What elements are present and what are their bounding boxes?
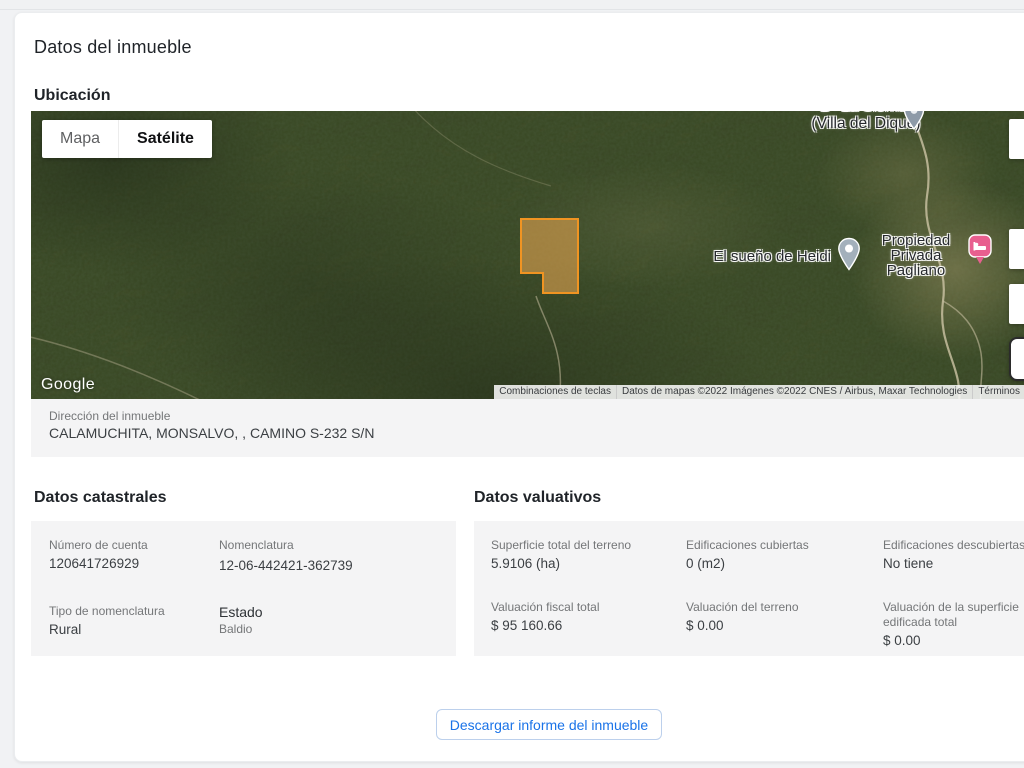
nomenclature-type-value: Rural [49,621,214,638]
satellite-map[interactable]: Mapa Satélite B° La Sierrita (Villa del … [31,111,1024,399]
address-panel: Dirección del inmueble CALAMUCHITA, MONS… [31,399,1024,457]
poi-pagliano-label: Propiedad Privada Pagliano [864,233,968,278]
town-label: B° La Sierrita (Villa del Dique) [776,111,956,132]
google-logo: Google [41,376,95,394]
valuation-panel: Superficie total del terreno 5.9106 (ha)… [474,521,1024,656]
status-field: Estado Baldio [219,604,384,637]
map-type-control: Mapa Satélite [42,120,212,158]
cadastral-heading: Datos catastrales [34,489,167,507]
map-data-attribution: Datos de mapas ©2022 Imágenes ©2022 CNES… [616,385,972,399]
uncovered-buildings-label: Edificaciones descubiertas [883,538,1024,553]
pegman-control[interactable] [1009,284,1024,324]
location-heading: Ubicación [34,87,110,105]
land-valuation-label: Valuación del terreno [686,600,851,615]
nomenclature-value: 12-06-442421-362739 [219,557,384,574]
poi-pagliano-line2: Privada Pagliano [864,248,968,278]
land-valuation-value: $ 0.00 [686,617,851,634]
map-view-button[interactable]: Mapa [42,120,118,158]
fiscal-valuation-value: $ 95 160.66 [491,617,656,634]
land-valuation-field: Valuación del terreno $ 0.00 [686,600,851,634]
uncovered-buildings-value: No tiene [883,555,1024,572]
nomenclature-type-label: Tipo de nomenclatura [49,604,214,619]
keyboard-shortcuts-link[interactable]: Combinaciones de teclas [494,385,616,399]
total-surface-value: 5.9106 (ha) [491,555,656,572]
property-card: Datos del inmueble Ubicación [14,12,1024,762]
cadastral-panel: Número de cuenta 120641726929 Nomenclatu… [31,521,456,656]
uncovered-buildings-field: Edificaciones descubiertas No tiene [883,538,1024,572]
parcel-polygon[interactable] [521,219,578,293]
covered-buildings-value: 0 (m2) [686,555,851,572]
status-label: Estado [219,604,384,621]
poi-pagliano-line1: Propiedad [864,233,968,248]
poi-heidi-label: El sueño de Heidi [686,248,831,265]
trail-path [536,296,560,399]
town-label-line2: (Villa del Dique) [776,115,956,132]
status-value: Baldio [219,622,384,637]
nomenclature-label: Nomenclatura [219,538,384,553]
nomenclature-type-field: Tipo de nomenclatura Rural [49,604,214,638]
satellite-view-button[interactable]: Satélite [118,120,212,158]
fiscal-valuation-field: Valuación fiscal total $ 95 160.66 [491,600,656,634]
fullscreen-button[interactable] [1009,119,1024,159]
covered-buildings-label: Edificaciones cubiertas [686,538,851,553]
covered-buildings-field: Edificaciones cubiertas 0 (m2) [686,538,851,572]
map-control-button[interactable] [1009,229,1024,269]
account-number-field: Número de cuenta 120641726929 [49,538,214,572]
page-title: Datos del inmueble [34,37,192,58]
trail-path-2 [411,111,551,186]
poi-lodging-pin-icon[interactable] [966,233,994,269]
nomenclature-field: Nomenclatura 12-06-442421-362739 [219,538,384,574]
valuation-heading: Datos valuativos [474,489,601,507]
built-surface-valuation-value: $ 0.00 [883,632,1024,649]
fiscal-valuation-label: Valuación fiscal total [491,600,656,615]
built-surface-valuation-field: Valuación de la superficie edificada tot… [883,600,1024,649]
total-surface-field: Superficie total del terreno 5.9106 (ha) [491,538,656,572]
town-pin-icon[interactable] [903,111,925,130]
account-number-label: Número de cuenta [49,538,214,553]
download-report-button[interactable]: Descargar informe del inmueble [436,709,662,740]
built-surface-valuation-label: Valuación de la superficie edificada tot… [883,600,1024,630]
total-surface-label: Superficie total del terreno [491,538,656,553]
address-value: CALAMUCHITA, MONSALVO, , CAMINO S-232 S/… [49,425,374,441]
terms-link[interactable]: Términos [972,385,1024,399]
address-label: Dirección del inmueble [49,409,170,423]
zoom-control[interactable] [1009,337,1024,381]
poi-heidi-pin-icon[interactable] [837,237,861,271]
browser-chrome-edge [0,0,1024,10]
account-number-value: 120641726929 [49,555,214,572]
map-attribution: Combinaciones de teclas Datos de mapas ©… [494,385,1024,399]
